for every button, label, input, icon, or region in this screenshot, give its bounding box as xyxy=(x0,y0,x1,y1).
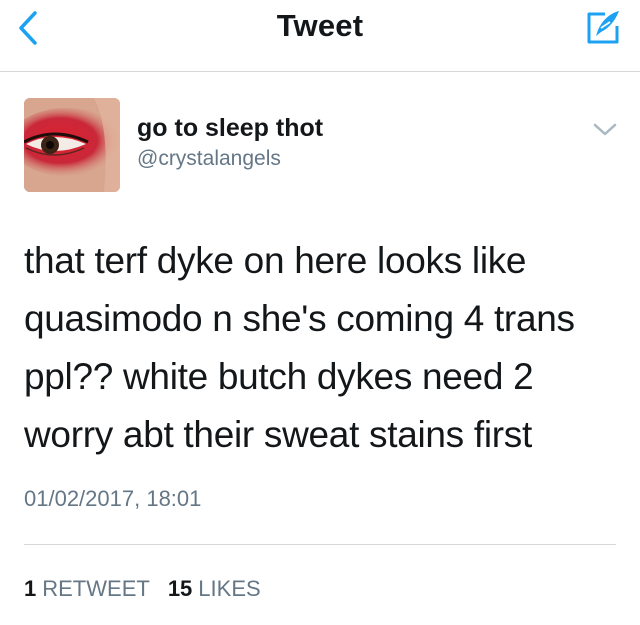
tweet-menu-button[interactable] xyxy=(592,120,618,140)
compose-tweet-button[interactable] xyxy=(580,6,626,50)
chevron-down-icon xyxy=(593,123,617,136)
compose-tweet-icon xyxy=(587,11,619,44)
avatar[interactable] xyxy=(24,98,120,192)
avatar-eye-image xyxy=(24,98,120,192)
tweet-text: that terf dyke on here looks like quasim… xyxy=(24,240,575,455)
retweets-stat[interactable]: 1 RETWEET xyxy=(24,576,150,602)
likes-label: LIKES xyxy=(198,576,261,601)
likes-stat[interactable]: 15 LIKES xyxy=(168,576,261,602)
tweet-stats: 1 RETWEET 15 LIKES xyxy=(24,576,261,602)
nav-bar: Tweet xyxy=(0,0,640,72)
retweets-count: 1 xyxy=(24,576,37,601)
page-title: Tweet xyxy=(276,8,364,43)
retweets-label: RETWEET xyxy=(42,576,150,601)
divider xyxy=(24,544,616,545)
likes-count: 15 xyxy=(167,576,193,601)
user-handle[interactable]: @crystalangels xyxy=(137,147,281,171)
user-name[interactable]: go to sleep thot xyxy=(137,114,323,143)
tweet-timestamp: 01/02/2017, 18:01 xyxy=(24,486,202,511)
